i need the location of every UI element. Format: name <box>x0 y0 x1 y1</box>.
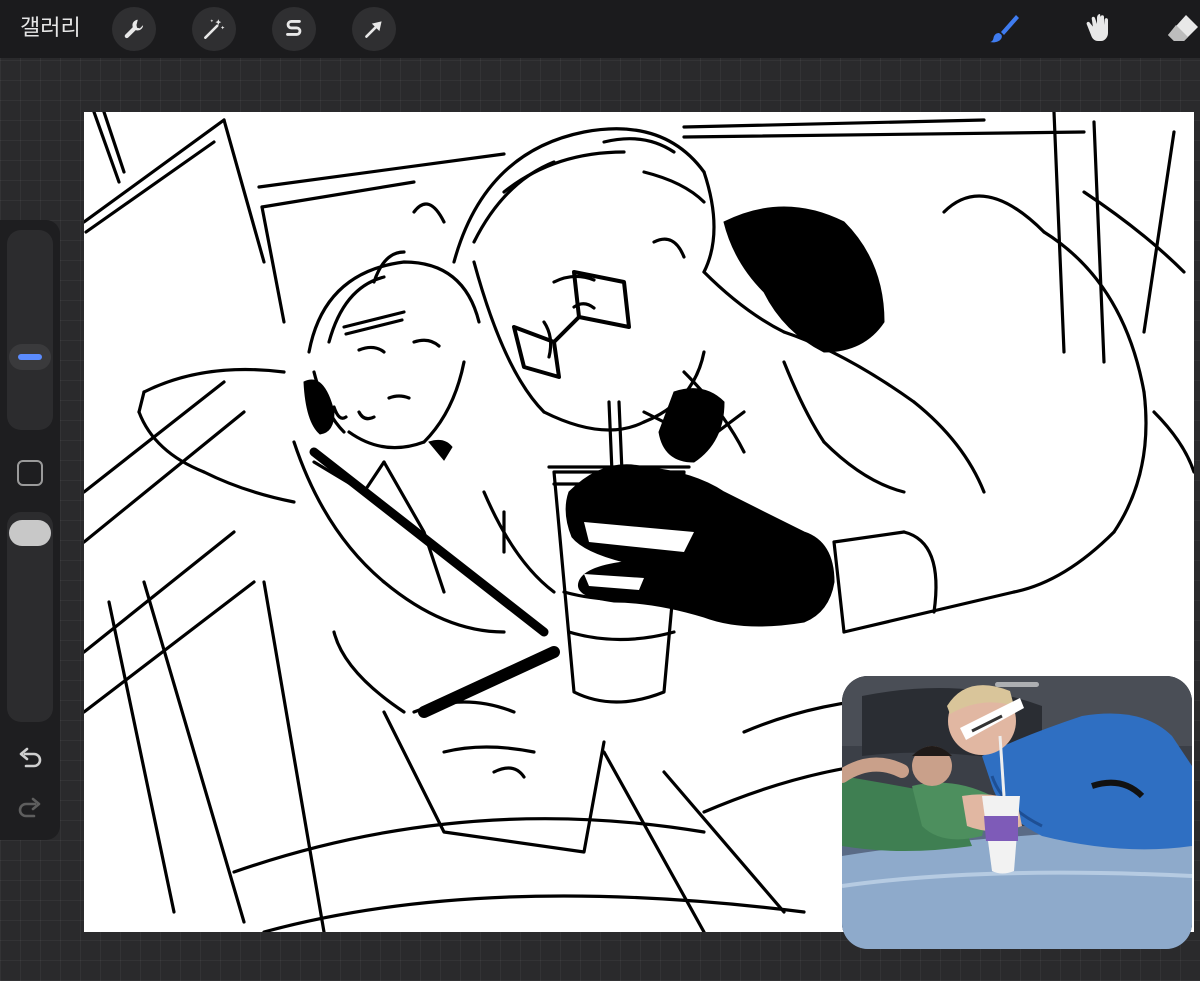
redo-icon[interactable] <box>15 795 45 825</box>
reference-drag-handle[interactable] <box>995 682 1039 687</box>
actions-button[interactable] <box>112 7 156 51</box>
brush-size-indicator <box>18 354 42 360</box>
top-toolbar: 갤러리 <box>0 0 1200 58</box>
brush-size-slider[interactable] <box>7 230 53 430</box>
opacity-thumb[interactable] <box>9 520 51 546</box>
opacity-slider[interactable] <box>7 512 53 722</box>
selection-button[interactable] <box>272 7 316 51</box>
transform-button[interactable] <box>352 7 396 51</box>
modify-color-button[interactable] <box>17 460 43 486</box>
reference-image-window[interactable] <box>842 676 1192 949</box>
eraser-tool-button[interactable] <box>1160 7 1200 51</box>
brush-icon <box>990 15 1019 43</box>
smudge-icon <box>1086 14 1108 41</box>
brush-size-thumb[interactable] <box>9 344 51 370</box>
smudge-tool-button[interactable] <box>1072 7 1116 51</box>
magic-wand-icon <box>204 19 225 39</box>
selection-s-icon <box>286 20 302 36</box>
eraser-icon <box>1168 15 1198 41</box>
reference-photo <box>842 676 1192 949</box>
left-sidebar <box>0 220 60 840</box>
adjustments-button[interactable] <box>192 7 236 51</box>
gallery-button[interactable]: 갤러리 <box>20 14 81 44</box>
undo-icon[interactable] <box>15 745 45 775</box>
wrench-icon <box>124 19 144 39</box>
brush-tool-button[interactable] <box>982 7 1026 51</box>
arrow-icon <box>365 21 382 38</box>
